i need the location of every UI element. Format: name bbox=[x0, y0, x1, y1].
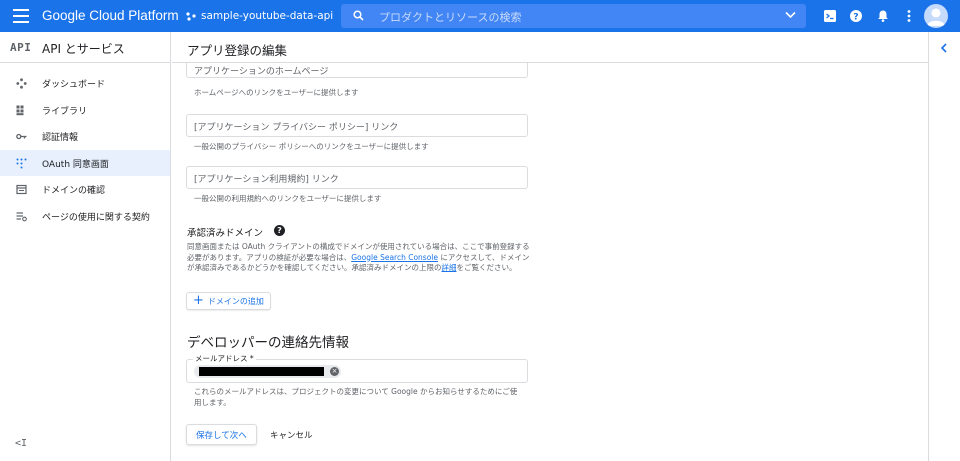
project-name: sample-youtube-data-api bbox=[201, 10, 334, 22]
right-info-panel bbox=[928, 32, 960, 461]
redacted-email bbox=[199, 367, 324, 376]
authorized-domains-title: 承認済みドメイン bbox=[187, 228, 264, 239]
sidebar-item-label: ドメインの確認 bbox=[42, 186, 106, 196]
help-circle-icon[interactable]: ? bbox=[274, 225, 285, 236]
privacy-policy-placeholder: [アプリケーション プライバシー ポリシー] リンク bbox=[194, 123, 399, 133]
details-link[interactable]: 詳細 bbox=[441, 263, 456, 272]
sidebar-item-label: ライブラリ bbox=[42, 106, 88, 117]
sidebar: API API とサービス ダッシュボード ライブラリ 認証情報 OAuth 同… bbox=[0, 32, 171, 461]
help-icon[interactable]: ? bbox=[849, 9, 863, 23]
sidebar-item-label: 認証情報 bbox=[42, 133, 79, 143]
avatar[interactable] bbox=[924, 4, 948, 28]
sidebar-item-label: OAuth 同意画面 bbox=[42, 159, 109, 170]
sidebar-item-domain-verification[interactable]: ドメインの確認 bbox=[0, 176, 170, 203]
homepage-link-placeholder: アプリケーションのホームページ bbox=[194, 67, 329, 77]
library-icon bbox=[16, 105, 24, 115]
add-domain-label: ドメインの追加 bbox=[207, 296, 264, 306]
sidebar-item-oauth-consent[interactable]: OAuth 同意画面 bbox=[0, 149, 170, 176]
project-selector[interactable]: sample-youtube-data-api bbox=[186, 10, 350, 22]
form-content: アプリケーションのホームページ ホームページへのリンクをユーザーに提供します [… bbox=[172, 63, 928, 461]
key-icon bbox=[16, 133, 27, 140]
developer-contact-title: デベロッパーの連絡先情報 bbox=[187, 335, 349, 351]
cancel-button[interactable]: キャンセル bbox=[270, 429, 313, 441]
description-text: をご覧ください。 bbox=[456, 263, 517, 272]
dashboard-icon bbox=[16, 78, 27, 89]
collapse-sidebar-button[interactable]: <I bbox=[15, 438, 27, 449]
terms-of-service-field[interactable]: [アプリケーション利用規約] リンク bbox=[186, 166, 528, 189]
page-agreement-icon bbox=[16, 211, 27, 221]
top-bar: Google Cloud Platform sample-youtube-dat… bbox=[0, 0, 960, 32]
sidebar-item-label: ページの使用に関する契約 bbox=[42, 212, 150, 223]
sidebar-nav: ダッシュボード ライブラリ 認証情報 OAuth 同意画面 ドメインの確認 ペー… bbox=[0, 70, 170, 229]
notifications-icon[interactable] bbox=[876, 9, 890, 23]
terms-of-service-help: 一般公開の利用規約へのリンクをユーザーに提供します bbox=[194, 194, 382, 203]
chevron-left-icon[interactable] bbox=[940, 43, 948, 53]
remove-email-icon[interactable]: × bbox=[330, 367, 339, 376]
sidebar-title: API とサービス bbox=[42, 42, 125, 56]
sidebar-item-credentials[interactable]: 認証情報 bbox=[0, 123, 170, 150]
homepage-link-field[interactable]: アプリケーションのホームページ bbox=[186, 63, 528, 78]
api-logo: API bbox=[10, 41, 32, 54]
sidebar-item-dashboard[interactable]: ダッシュボード bbox=[0, 70, 170, 97]
search-placeholder: プロダクトとリソースの検索 bbox=[379, 11, 522, 24]
add-domain-button[interactable]: + ドメインの追加 bbox=[186, 292, 271, 310]
authorized-domains-description: 同意画面または OAuth クライアントの構成でドメインが使用されている場合は、… bbox=[187, 242, 532, 274]
search-input[interactable]: プロダクトとリソースの検索 bbox=[341, 4, 806, 28]
sidebar-item-label: ダッシュボード bbox=[42, 80, 106, 90]
consent-icon bbox=[16, 158, 27, 168]
terms-of-service-placeholder: [アプリケーション利用規約] リンク bbox=[194, 175, 339, 185]
plus-icon: + bbox=[193, 293, 204, 308]
email-chip: × bbox=[194, 365, 341, 378]
page-title: アプリ登録の編集 bbox=[187, 43, 288, 58]
homepage-link-help: ホームページへのリンクをユーザーに提供します bbox=[194, 88, 359, 97]
privacy-policy-help: 一般公開のプライバシー ポリシーへのリンクをユーザーに提供します bbox=[194, 142, 429, 151]
main-panel: アプリ登録の編集 アプリケーションのホームページ ホームページへのリンクをユーザ… bbox=[172, 32, 928, 461]
domain-check-icon bbox=[16, 184, 27, 195]
cloud-shell-icon[interactable] bbox=[823, 9, 837, 23]
email-help: これらのメールアドレスは、プロジェクトの変更について Google からお知らせ… bbox=[194, 387, 518, 407]
search-expand-icon[interactable] bbox=[785, 11, 796, 19]
email-field-label: メールアドレス * bbox=[193, 353, 256, 364]
user-icon bbox=[927, 8, 945, 26]
more-vert-icon[interactable] bbox=[902, 9, 916, 23]
svg-text:?: ? bbox=[853, 13, 858, 23]
sidebar-item-library[interactable]: ライブラリ bbox=[0, 97, 170, 124]
sidebar-item-page-usage-agreements[interactable]: ページの使用に関する契約 bbox=[0, 203, 170, 230]
page-header: アプリ登録の編集 bbox=[172, 32, 928, 63]
search-console-link[interactable]: Google Search Console bbox=[351, 253, 438, 262]
brand-title[interactable]: Google Cloud Platform bbox=[42, 8, 179, 23]
search-icon bbox=[353, 10, 364, 21]
project-icon bbox=[186, 12, 196, 21]
save-and-continue-button[interactable]: 保存して次へ bbox=[186, 424, 257, 445]
menu-icon[interactable] bbox=[13, 9, 29, 23]
privacy-policy-field[interactable]: [アプリケーション プライバシー ポリシー] リンク bbox=[186, 114, 528, 137]
sidebar-header: API API とサービス bbox=[0, 32, 170, 63]
